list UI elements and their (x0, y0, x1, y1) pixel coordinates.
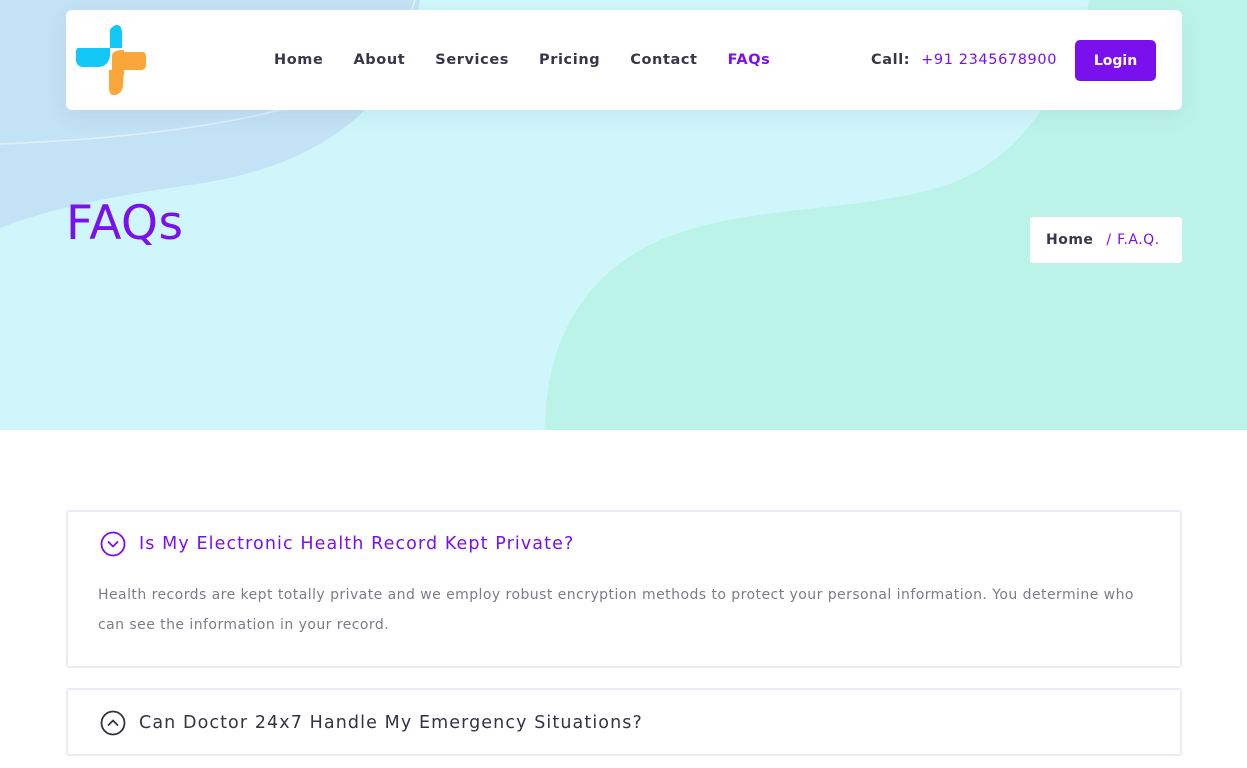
faq-question-text: Can Doctor 24x7 Handle My Emergency Situ… (139, 713, 643, 733)
faq-item: Can Doctor 24x7 Handle My Emergency Situ… (66, 688, 1182, 756)
call-number-link[interactable]: +91 2345678900 (921, 52, 1057, 68)
nav-contact[interactable]: Contact (630, 52, 697, 68)
breadcrumb-home-link[interactable]: Home (1046, 232, 1093, 248)
breadcrumb: Home / F.A.Q. (1030, 217, 1182, 263)
navbar: Home About Services Pricing Contact FAQs… (66, 10, 1182, 110)
call-info: Call: +91 2345678900 (871, 10, 1057, 110)
faq-question-text: Is My Electronic Health Record Kept Priv… (139, 534, 575, 554)
chevron-up-circle-icon (100, 710, 126, 736)
breadcrumb-current: F.A.Q. (1117, 232, 1160, 248)
page-hero: Home About Services Pricing Contact FAQs… (0, 0, 1247, 430)
nav-pricing[interactable]: Pricing (539, 52, 600, 68)
faq-question-toggle[interactable]: Can Doctor 24x7 Handle My Emergency Situ… (100, 710, 643, 736)
faq-question-toggle[interactable]: Is My Electronic Health Record Kept Priv… (100, 531, 574, 557)
login-button[interactable]: Login (1075, 40, 1156, 81)
page-title: FAQs (66, 196, 184, 251)
nav-about[interactable]: About (353, 52, 405, 68)
call-label: Call: (871, 52, 911, 68)
medical-cross-logo[interactable] (76, 25, 146, 95)
faq-item: Is My Electronic Health Record Kept Priv… (66, 510, 1182, 668)
main-nav: Home About Services Pricing Contact FAQs (274, 10, 800, 110)
nav-home[interactable]: Home (274, 52, 323, 68)
nav-faqs[interactable]: FAQs (728, 52, 771, 68)
chevron-down-circle-icon (100, 531, 126, 557)
breadcrumb-separator: / (1106, 232, 1112, 248)
nav-services[interactable]: Services (435, 52, 509, 68)
faq-answer-text: Health records are kept totally private … (98, 587, 1134, 633)
